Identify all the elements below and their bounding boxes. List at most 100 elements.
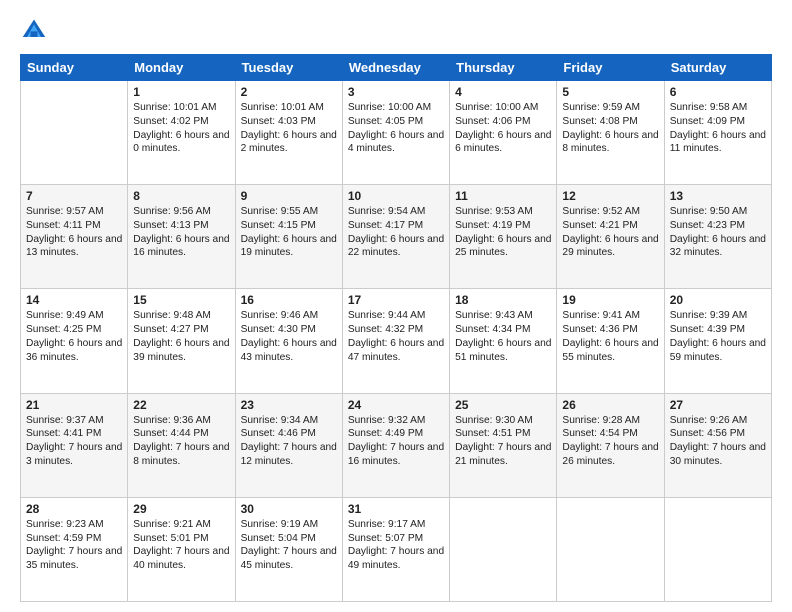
calendar-cell: 5 Sunrise: 9:59 AMSunset: 4:08 PMDaylight… bbox=[557, 81, 664, 185]
cell-info: Sunrise: 9:48 AMSunset: 4:27 PMDaylight:… bbox=[133, 309, 229, 364]
cell-info: Sunrise: 9:49 AMSunset: 4:25 PMDaylight:… bbox=[26, 309, 122, 364]
calendar-cell: 15 Sunrise: 9:48 AMSunset: 4:27 PMDayligh… bbox=[128, 289, 235, 393]
day-number: 22 bbox=[133, 398, 229, 412]
calendar-week: 28 Sunrise: 9:23 AMSunset: 4:59 PMDayligh… bbox=[21, 497, 772, 601]
day-number: 31 bbox=[348, 502, 444, 516]
cell-info: Sunrise: 9:59 AMSunset: 4:08 PMDaylight:… bbox=[562, 101, 658, 156]
cell-info: Sunrise: 9:34 AMSunset: 4:46 PMDaylight:… bbox=[241, 414, 337, 469]
cell-info: Sunrise: 9:57 AMSunset: 4:11 PMDaylight:… bbox=[26, 205, 122, 260]
day-number: 15 bbox=[133, 293, 229, 307]
logo-icon bbox=[20, 16, 48, 44]
day-number: 6 bbox=[670, 85, 766, 99]
calendar-cell: 30 Sunrise: 9:19 AMSunset: 5:04 PMDayligh… bbox=[235, 497, 342, 601]
day-number: 28 bbox=[26, 502, 122, 516]
calendar-cell: 14Sunrise: 9:49 AMSunset: 4:25 PMDayligh… bbox=[21, 289, 128, 393]
cell-info: Sunrise: 9:46 AMSunset: 4:30 PMDaylight:… bbox=[241, 309, 337, 364]
calendar-cell: 20 Sunrise: 9:39 AMSunset: 4:39 PMDayligh… bbox=[664, 289, 771, 393]
cell-info: Sunrise: 9:21 AMSunset: 5:01 PMDaylight:… bbox=[133, 518, 229, 573]
day-number: 4 bbox=[455, 85, 551, 99]
cell-info: Sunrise: 9:36 AMSunset: 4:44 PMDaylight:… bbox=[133, 414, 229, 469]
day-number: 17 bbox=[348, 293, 444, 307]
day-number: 18 bbox=[455, 293, 551, 307]
day-number: 30 bbox=[241, 502, 337, 516]
cell-info: Sunrise: 10:01 AMSunset: 4:02 PMDaylight… bbox=[133, 101, 229, 156]
day-header: Saturday bbox=[664, 55, 771, 81]
page: SundayMondayTuesdayWednesdayThursdayFrid… bbox=[0, 0, 792, 612]
calendar-cell: 18 Sunrise: 9:43 AMSunset: 4:34 PMDayligh… bbox=[450, 289, 557, 393]
calendar-cell bbox=[450, 497, 557, 601]
day-number: 27 bbox=[670, 398, 766, 412]
day-number: 10 bbox=[348, 189, 444, 203]
calendar-cell: 9Sunrise: 9:55 AMSunset: 4:15 PMDaylight… bbox=[235, 185, 342, 289]
calendar-cell: 3 Sunrise: 10:00 AMSunset: 4:05 PMDayligh… bbox=[342, 81, 449, 185]
day-header: Sunday bbox=[21, 55, 128, 81]
cell-info: Sunrise: 9:23 AMSunset: 4:59 PMDaylight:… bbox=[26, 518, 122, 573]
day-number: 7 bbox=[26, 189, 122, 203]
day-number: 23 bbox=[241, 398, 337, 412]
cell-info: Sunrise: 9:53 AMSunset: 4:19 PMDaylight:… bbox=[455, 205, 551, 260]
day-number: 12 bbox=[562, 189, 658, 203]
calendar-cell bbox=[21, 81, 128, 185]
calendar-cell: 8Sunrise: 9:56 AMSunset: 4:13 PMDaylight… bbox=[128, 185, 235, 289]
cell-info: Sunrise: 9:26 AMSunset: 4:56 PMDaylight:… bbox=[670, 414, 766, 469]
cell-info: Sunrise: 9:39 AMSunset: 4:39 PMDaylight:… bbox=[670, 309, 766, 364]
day-header: Thursday bbox=[450, 55, 557, 81]
calendar-cell: 26Sunrise: 9:28 AMSunset: 4:54 PMDayligh… bbox=[557, 393, 664, 497]
day-number: 19 bbox=[562, 293, 658, 307]
calendar-cell: 21 Sunrise: 9:37 AMSunset: 4:41 PMDayligh… bbox=[21, 393, 128, 497]
cell-info: Sunrise: 10:00 AMSunset: 4:05 PMDaylight… bbox=[348, 101, 444, 156]
cell-info: Sunrise: 9:19 AMSunset: 5:04 PMDaylight:… bbox=[241, 518, 337, 573]
day-number: 5 bbox=[562, 85, 658, 99]
day-number: 8 bbox=[133, 189, 229, 203]
cell-info: Sunrise: 9:30 AMSunset: 4:51 PMDaylight:… bbox=[455, 414, 551, 469]
calendar-week: 7 Sunrise: 9:57 AMSunset: 4:11 PMDaylight… bbox=[21, 185, 772, 289]
day-header: Monday bbox=[128, 55, 235, 81]
cell-info: Sunrise: 9:55 AMSunset: 4:15 PMDaylight:… bbox=[241, 205, 337, 260]
header-row: SundayMondayTuesdayWednesdayThursdayFrid… bbox=[21, 55, 772, 81]
day-number: 29 bbox=[133, 502, 229, 516]
day-number: 3 bbox=[348, 85, 444, 99]
cell-info: Sunrise: 9:44 AMSunset: 4:32 PMDaylight:… bbox=[348, 309, 444, 364]
calendar-week: 14Sunrise: 9:49 AMSunset: 4:25 PMDayligh… bbox=[21, 289, 772, 393]
calendar-cell: 19Sunrise: 9:41 AMSunset: 4:36 PMDayligh… bbox=[557, 289, 664, 393]
cell-info: Sunrise: 9:37 AMSunset: 4:41 PMDaylight:… bbox=[26, 414, 122, 469]
calendar-cell: 22 Sunrise: 9:36 AMSunset: 4:44 PMDayligh… bbox=[128, 393, 235, 497]
day-header: Tuesday bbox=[235, 55, 342, 81]
cell-info: Sunrise: 9:17 AMSunset: 5:07 PMDaylight:… bbox=[348, 518, 444, 573]
day-number: 1 bbox=[133, 85, 229, 99]
cell-info: Sunrise: 9:50 AMSunset: 4:23 PMDaylight:… bbox=[670, 205, 766, 260]
calendar-cell: 17 Sunrise: 9:44 AMSunset: 4:32 PMDayligh… bbox=[342, 289, 449, 393]
cell-info: Sunrise: 10:00 AMSunset: 4:06 PMDaylight… bbox=[455, 101, 551, 156]
cell-info: Sunrise: 9:32 AMSunset: 4:49 PMDaylight:… bbox=[348, 414, 444, 469]
day-number: 20 bbox=[670, 293, 766, 307]
calendar-cell: 13 Sunrise: 9:50 AMSunset: 4:23 PMDayligh… bbox=[664, 185, 771, 289]
calendar-cell: 31 Sunrise: 9:17 AMSunset: 5:07 PMDayligh… bbox=[342, 497, 449, 601]
calendar-cell bbox=[664, 497, 771, 601]
calendar-cell: 1 Sunrise: 10:01 AMSunset: 4:02 PMDayligh… bbox=[128, 81, 235, 185]
calendar-cell: 25 Sunrise: 9:30 AMSunset: 4:51 PMDayligh… bbox=[450, 393, 557, 497]
calendar-cell: 23 Sunrise: 9:34 AMSunset: 4:46 PMDayligh… bbox=[235, 393, 342, 497]
calendar-cell: 12 Sunrise: 9:52 AMSunset: 4:21 PMDayligh… bbox=[557, 185, 664, 289]
day-number: 2 bbox=[241, 85, 337, 99]
logo bbox=[20, 16, 52, 44]
calendar-cell: 27 Sunrise: 9:26 AMSunset: 4:56 PMDayligh… bbox=[664, 393, 771, 497]
calendar-cell: 4 Sunrise: 10:00 AMSunset: 4:06 PMDayligh… bbox=[450, 81, 557, 185]
calendar-cell: 11 Sunrise: 9:53 AMSunset: 4:19 PMDayligh… bbox=[450, 185, 557, 289]
cell-info: Sunrise: 9:54 AMSunset: 4:17 PMDaylight:… bbox=[348, 205, 444, 260]
calendar-week: 1 Sunrise: 10:01 AMSunset: 4:02 PMDayligh… bbox=[21, 81, 772, 185]
day-number: 25 bbox=[455, 398, 551, 412]
day-number: 11 bbox=[455, 189, 551, 203]
calendar-cell: 7 Sunrise: 9:57 AMSunset: 4:11 PMDaylight… bbox=[21, 185, 128, 289]
calendar-cell: 6Sunrise: 9:58 AMSunset: 4:09 PMDaylight… bbox=[664, 81, 771, 185]
cell-info: Sunrise: 9:43 AMSunset: 4:34 PMDaylight:… bbox=[455, 309, 551, 364]
day-number: 24 bbox=[348, 398, 444, 412]
cell-info: Sunrise: 9:52 AMSunset: 4:21 PMDaylight:… bbox=[562, 205, 658, 260]
cell-info: Sunrise: 10:01 AMSunset: 4:03 PMDaylight… bbox=[241, 101, 337, 156]
calendar-week: 21 Sunrise: 9:37 AMSunset: 4:41 PMDayligh… bbox=[21, 393, 772, 497]
calendar-cell: 16Sunrise: 9:46 AMSunset: 4:30 PMDayligh… bbox=[235, 289, 342, 393]
calendar-cell: 29 Sunrise: 9:21 AMSunset: 5:01 PMDayligh… bbox=[128, 497, 235, 601]
cell-info: Sunrise: 9:28 AMSunset: 4:54 PMDaylight:… bbox=[562, 414, 658, 469]
calendar-cell: 24 Sunrise: 9:32 AMSunset: 4:49 PMDayligh… bbox=[342, 393, 449, 497]
day-number: 21 bbox=[26, 398, 122, 412]
day-number: 13 bbox=[670, 189, 766, 203]
